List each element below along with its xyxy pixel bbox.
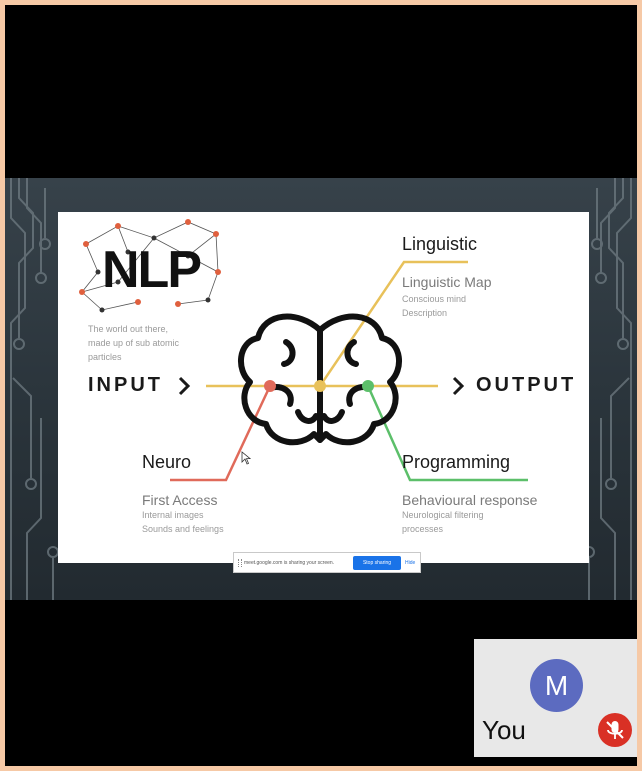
participant-label: You: [482, 715, 526, 745]
programming-dot: [362, 380, 374, 392]
stop-sharing-button[interactable]: Stop sharing: [353, 556, 401, 570]
input-chevron-icon: [178, 376, 191, 396]
neuro-dot: [264, 380, 276, 392]
world-text-line2: made up of sub atomic: [88, 338, 180, 348]
linguistic-subtitle: Linguistic Map: [402, 274, 492, 290]
nlp-logo-text: NLP: [102, 241, 202, 299]
share-message: meet.google.com is sharing your screen.: [244, 560, 335, 566]
output-chevron-icon: [452, 376, 465, 396]
linguistic-title: Linguistic: [402, 234, 478, 254]
programming-line2: processes: [402, 524, 444, 534]
participant-tile[interactable]: M You: [474, 639, 637, 757]
world-text-line1: The world out there,: [88, 324, 169, 334]
mic-muted-button[interactable]: [598, 713, 632, 747]
linguistic-line2: Description: [402, 308, 448, 318]
programming-line1: Neurological filtering: [402, 510, 484, 520]
neuro-subtitle: First Access: [142, 492, 218, 508]
input-label: INPUT: [88, 374, 163, 396]
mic-off-icon: [606, 721, 624, 739]
neuro-line2: Sounds and feelings: [142, 524, 224, 534]
drag-handle-icon[interactable]: [238, 559, 242, 567]
hide-button[interactable]: Hide: [405, 560, 415, 566]
presentation-slide: NLP The world out there, made up of sub …: [58, 212, 589, 563]
mouse-cursor-icon: [241, 451, 251, 465]
brain-icon: [237, 313, 403, 446]
avatar: M: [530, 659, 583, 712]
neuro-title: Neuro: [142, 452, 192, 472]
programming-subtitle: Behavioural response: [402, 492, 538, 508]
linguistic-dot: [314, 380, 326, 392]
neuro-line1: Internal images: [142, 510, 204, 520]
linguistic-line1: Conscious mind: [402, 294, 467, 304]
output-label: OUTPUT: [476, 374, 577, 396]
programming-title: Programming: [402, 452, 511, 472]
screen-share-bar: meet.google.com is sharing your screen. …: [233, 552, 421, 573]
world-text-line3: particles: [88, 352, 122, 362]
meeting-window: NLP The world out there, made up of sub …: [5, 5, 637, 766]
